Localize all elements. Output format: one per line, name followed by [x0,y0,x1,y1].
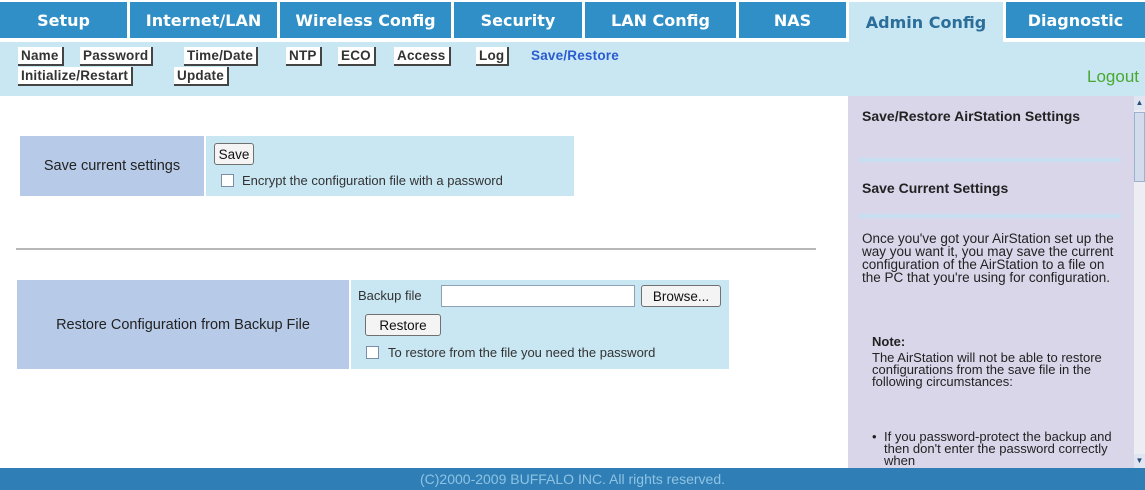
scroll-down-arrow-icon[interactable]: ▼ [1134,454,1145,468]
subnav-name[interactable]: Name [18,47,64,66]
restore-password-checkbox[interactable] [366,346,379,359]
help-scrollbar[interactable]: ▲ ▼ [1134,96,1145,468]
copyright-footer: (C)2000-2009 BUFFALO INC. All rights res… [0,468,1145,490]
tab-diagnostic[interactable]: Diagnostic [1006,2,1145,38]
section-divider [16,248,816,250]
subnav-ntp[interactable]: NTP [286,47,322,66]
subnav-time-date[interactable]: Time/Date [184,47,259,66]
tab-admin-config[interactable]: Admin Config [849,2,1003,42]
help-separator [858,214,1121,218]
help-separator [858,158,1121,162]
tab-lan-config[interactable]: LAN Config [585,2,736,38]
logout-link[interactable]: Logout [1087,67,1139,87]
save-settings-label: Save current settings [20,136,204,196]
subnav-initialize-restart[interactable]: Initialize/Restart [18,67,134,86]
subnav-eco[interactable]: ECO [338,47,376,66]
subnav-update[interactable]: Update [174,67,229,86]
browse-button[interactable]: Browse... [641,285,721,307]
top-navigation: Setup Internet/LAN Wireless Config Secur… [0,0,1145,42]
restore-config-label: Restore Configuration from Backup File [17,280,349,369]
main-content: Save current settings Save Encrypt the c… [0,96,848,468]
restore-config-panel: Backup file Browse... Restore To restore… [351,280,729,369]
help-bullet-text: If you password-protect the backup and t… [884,429,1112,468]
help-subtitle: Save Current Settings [862,180,1009,196]
help-bullet: • If you password-protect the backup and… [872,429,1114,468]
tab-setup[interactable]: Setup [0,2,127,38]
backup-file-input[interactable] [441,285,635,307]
help-title: Save/Restore AirStation Settings [862,108,1081,124]
scroll-up-arrow-icon[interactable]: ▲ [1134,96,1145,110]
backup-file-label: Backup file [358,288,422,303]
save-button[interactable]: Save [214,143,254,165]
subnav-save-restore[interactable]: Save/Restore [528,47,622,64]
subnav-access[interactable]: Access [394,47,451,66]
subnav-log[interactable]: Log [476,47,510,66]
help-paragraph: Once you've got your AirStation set up t… [862,231,1114,285]
restore-button[interactable]: Restore [365,314,441,336]
help-note-text: The AirStation will not be able to resto… [872,350,1102,389]
encrypt-checkbox[interactable] [221,174,234,187]
scroll-thumb[interactable] [1134,112,1145,182]
restore-password-label: To restore from the file you need the pa… [388,345,656,360]
tab-wireless-config[interactable]: Wireless Config [280,2,451,38]
tab-nas[interactable]: NAS [739,2,846,38]
help-note-title: Note: [872,334,906,349]
subnav-password[interactable]: Password [80,47,154,66]
save-settings-panel: Save Encrypt the configuration file with… [206,136,574,196]
help-panel: Save/Restore AirStation Settings Save Cu… [848,96,1134,468]
sub-navigation: Name Password Time/Date NTP ECO Access L… [0,42,1145,96]
tab-security[interactable]: Security [454,2,582,38]
encrypt-label: Encrypt the configuration file with a pa… [242,173,503,188]
bullet-dot-icon: • [872,429,877,444]
tab-internet-lan[interactable]: Internet/LAN [130,2,277,38]
